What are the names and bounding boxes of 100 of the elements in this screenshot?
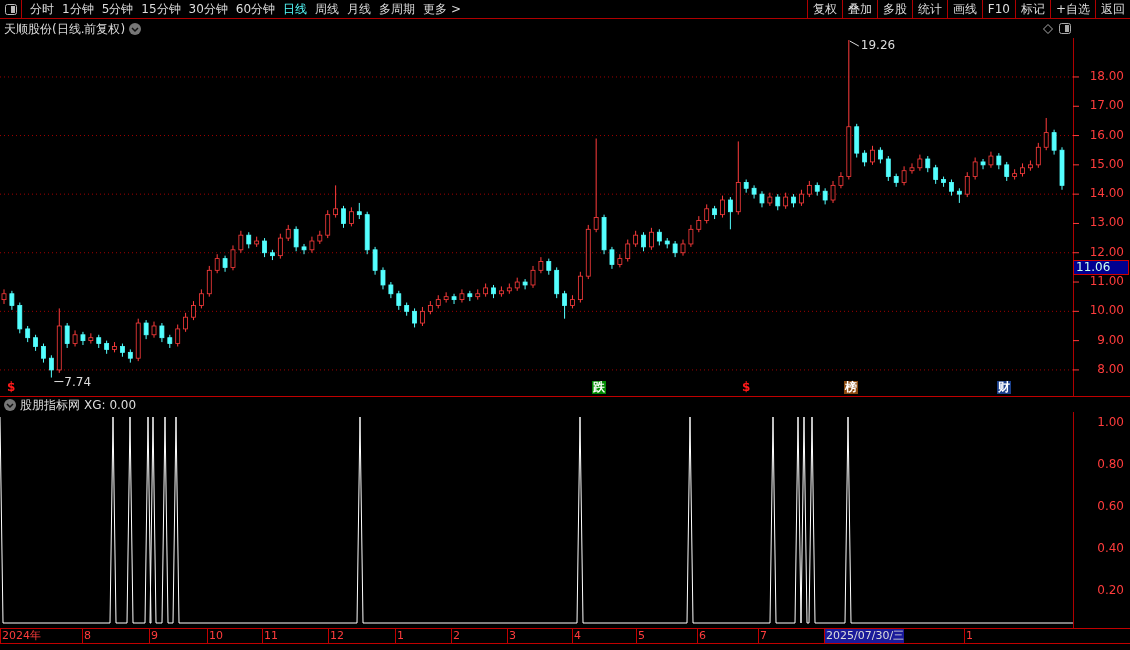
date-label: 1 bbox=[395, 629, 404, 643]
date-label: 11 bbox=[262, 629, 278, 643]
candlestick bbox=[1035, 142, 1041, 169]
dividend-mark[interactable]: $ bbox=[741, 381, 752, 394]
price-annotation: 19.26 bbox=[860, 39, 896, 53]
candlestick bbox=[230, 244, 236, 271]
toolbar-button[interactable]: 画线 bbox=[946, 0, 982, 18]
candlestick bbox=[625, 239, 631, 263]
diamond-icon[interactable] bbox=[1043, 23, 1053, 34]
event-tag[interactable]: 跌 bbox=[592, 381, 606, 394]
axis-label: 1.00 bbox=[1096, 415, 1125, 429]
period-tab[interactable]: 1分钟 bbox=[58, 0, 98, 18]
event-tag[interactable]: 榜 bbox=[844, 381, 858, 394]
period-tab[interactable]: 5分钟 bbox=[97, 0, 138, 18]
period-tab[interactable]: 更多 > bbox=[419, 0, 465, 18]
candlestick bbox=[412, 307, 417, 328]
period-tab[interactable]: 分时 bbox=[26, 0, 58, 18]
candlestick bbox=[80, 331, 86, 346]
candlestick bbox=[64, 322, 70, 349]
date-label: 2025/07/30/三 bbox=[824, 629, 905, 643]
leader-line bbox=[849, 40, 860, 47]
date-label: 4 bbox=[572, 629, 581, 643]
candlestick bbox=[48, 354, 54, 379]
candlestick bbox=[909, 162, 915, 175]
axis-label: 8.00 bbox=[1096, 362, 1125, 376]
candlestick bbox=[933, 164, 939, 185]
axis-label: 11.00 bbox=[1088, 275, 1125, 289]
candlestick bbox=[617, 253, 623, 268]
toolbar-button[interactable]: F10 bbox=[981, 0, 1015, 18]
axis-label: 17.00 bbox=[1088, 99, 1125, 113]
candlestick bbox=[198, 288, 204, 309]
candlestick bbox=[443, 291, 449, 304]
toolbar-button[interactable]: 叠加 bbox=[841, 0, 877, 18]
chart-title: 天顺股份(日线.前复权) bbox=[3, 20, 126, 38]
candlestick bbox=[720, 195, 725, 219]
candlestick bbox=[17, 302, 23, 334]
candlestick bbox=[333, 184, 339, 219]
axis-label: 9.00 bbox=[1096, 333, 1125, 347]
date-label: 9 bbox=[149, 629, 158, 643]
toolbar-button[interactable]: 多股 bbox=[876, 0, 912, 18]
axis-label: 15.00 bbox=[1088, 157, 1125, 171]
period-tab[interactable]: 日线 bbox=[279, 0, 312, 18]
toolbar-button[interactable]: 统计 bbox=[911, 0, 947, 18]
dividend-mark[interactable]: $ bbox=[6, 381, 17, 394]
candlestick bbox=[727, 196, 733, 230]
candlestick bbox=[593, 137, 599, 233]
date-label: 1 bbox=[964, 629, 973, 643]
axis-label: 0.20 bbox=[1096, 583, 1125, 597]
candlestick bbox=[191, 300, 196, 321]
event-tag[interactable]: 财 bbox=[997, 381, 1011, 394]
axis-label: 16.00 bbox=[1088, 128, 1125, 142]
period-tab[interactable]: 周线 bbox=[311, 0, 344, 18]
candlestick bbox=[451, 293, 457, 305]
toolbar-button[interactable]: 返回 bbox=[1095, 0, 1130, 18]
price-annotation: 7.74 bbox=[64, 375, 92, 389]
candlestick bbox=[1, 288, 7, 305]
candlestick bbox=[41, 343, 46, 364]
axis-label: 18.00 bbox=[1088, 69, 1125, 83]
leader-line bbox=[53, 381, 64, 383]
period-tab[interactable]: 60分钟 bbox=[231, 0, 280, 18]
candlestick bbox=[830, 180, 836, 204]
candlestick bbox=[522, 278, 528, 290]
toolbar-button[interactable]: 标记 bbox=[1014, 0, 1050, 18]
toolbar-button[interactable]: +自选 bbox=[1049, 0, 1095, 18]
period-tab[interactable]: 15分钟 bbox=[137, 0, 185, 18]
period-tab[interactable]: 30分钟 bbox=[184, 0, 232, 18]
date-label: 12 bbox=[328, 629, 344, 643]
chevron-down-icon[interactable] bbox=[4, 398, 16, 411]
axis-label: 14.00 bbox=[1088, 187, 1125, 201]
toolbar-button[interactable]: 复权 bbox=[806, 0, 842, 18]
date-label: 6 bbox=[697, 629, 706, 643]
candlestick bbox=[396, 290, 402, 311]
candlestick bbox=[262, 237, 267, 258]
candlestick bbox=[88, 332, 94, 345]
candlestick bbox=[609, 246, 615, 270]
axis-label: 0.40 bbox=[1096, 541, 1125, 555]
indicator-reading: XG: 0.00 bbox=[84, 396, 137, 414]
candlestick bbox=[175, 324, 181, 347]
candlestick bbox=[206, 265, 212, 298]
period-tab[interactable]: 多周期 bbox=[375, 0, 420, 18]
candlestick bbox=[577, 271, 583, 304]
candlestick bbox=[143, 319, 149, 340]
date-label: 8 bbox=[82, 629, 91, 643]
date-label: 7 bbox=[758, 629, 767, 643]
period-tab[interactable]: 月线 bbox=[343, 0, 376, 18]
candlestick bbox=[293, 225, 299, 252]
candlestick bbox=[159, 322, 165, 343]
candlestick bbox=[688, 224, 694, 248]
panel-toggle-icon[interactable] bbox=[4, 3, 17, 15]
candlestick bbox=[870, 145, 875, 166]
chevron-down-icon[interactable] bbox=[129, 22, 142, 35]
indicator-title: 股朋指标网 bbox=[20, 396, 80, 414]
date-label: 3 bbox=[507, 629, 516, 643]
panel-toggle-icon[interactable] bbox=[1059, 23, 1071, 34]
candlestick bbox=[1004, 161, 1010, 182]
axis-label: 12.00 bbox=[1088, 245, 1125, 259]
candlestick bbox=[183, 312, 188, 333]
candlestick bbox=[325, 209, 331, 239]
candlestick bbox=[972, 157, 978, 180]
candlestick bbox=[1051, 129, 1057, 156]
